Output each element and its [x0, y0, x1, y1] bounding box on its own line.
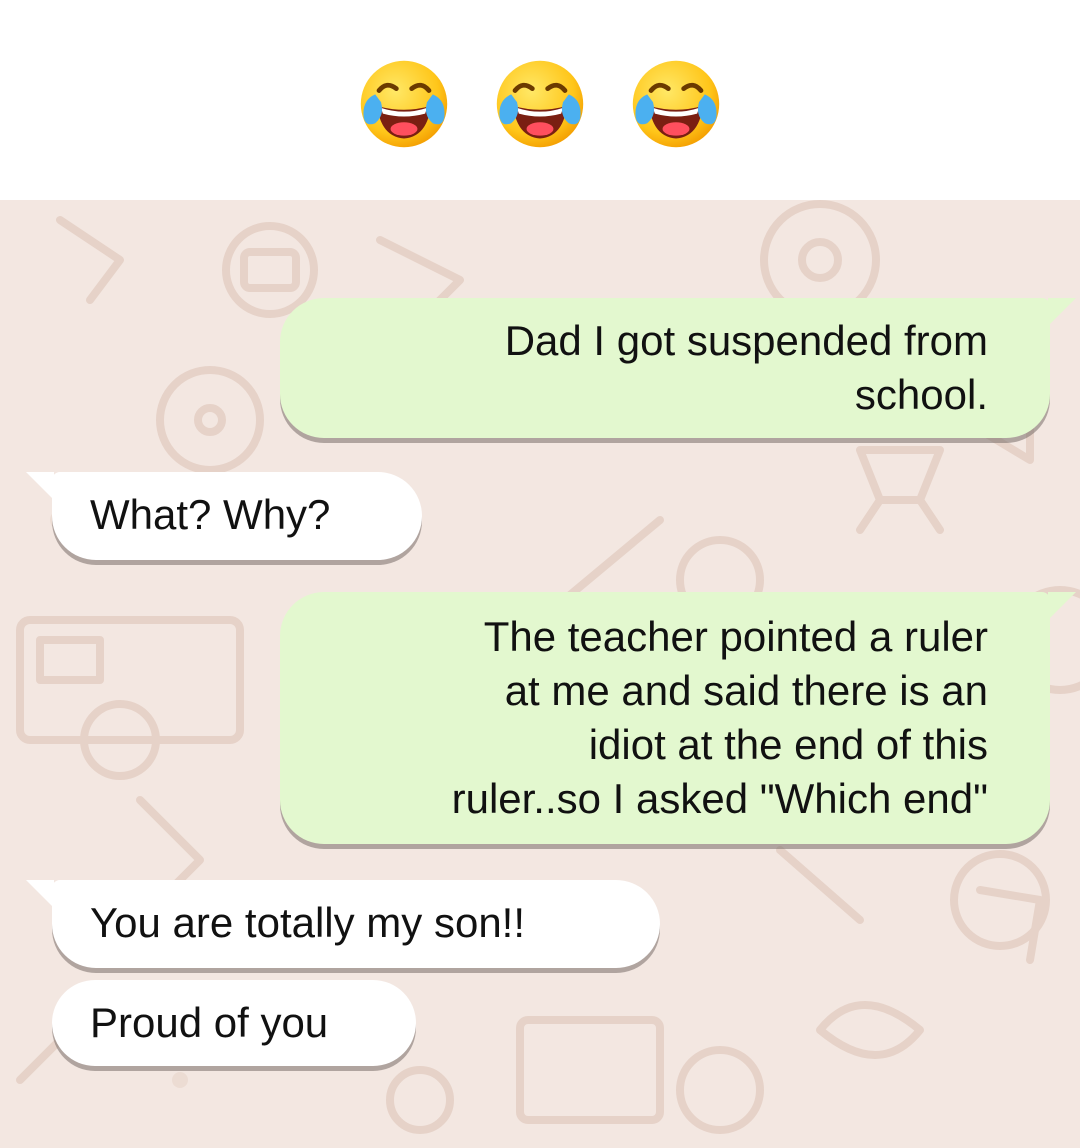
message-bubble-outgoing[interactable]: The teacher pointed a ruler at me and sa… — [280, 592, 1076, 844]
face-with-tears-of-joy-icon — [360, 60, 448, 148]
message-bubble-incoming[interactable]: You are totally my son!! — [26, 880, 660, 968]
emoji-header — [0, 0, 1080, 200]
message-text: Dad I got suspended from school. — [504, 317, 988, 418]
bubble-tail — [1048, 592, 1076, 620]
message-text: What? Why? — [90, 491, 331, 538]
message-text: Proud of you — [90, 999, 329, 1046]
bubble-tail — [26, 472, 54, 500]
message-text: The teacher pointed a ruler at me and sa… — [451, 613, 988, 822]
chat-area[interactable]: Dad I got suspended from school. What? W… — [0, 200, 1080, 1148]
meme-page: Dad I got suspended from school. What? W… — [0, 0, 1080, 1148]
message-bubble-incoming[interactable]: Proud of you — [52, 980, 416, 1066]
face-with-tears-of-joy-icon — [632, 60, 720, 148]
bubble-tail — [1048, 298, 1076, 326]
face-with-tears-of-joy-icon — [496, 60, 584, 148]
message-bubble-incoming[interactable]: What? Why? — [26, 472, 422, 560]
message-bubble-outgoing[interactable]: Dad I got suspended from school. — [280, 298, 1076, 438]
message-text: You are totally my son!! — [90, 899, 526, 946]
bubble-tail — [26, 880, 54, 908]
